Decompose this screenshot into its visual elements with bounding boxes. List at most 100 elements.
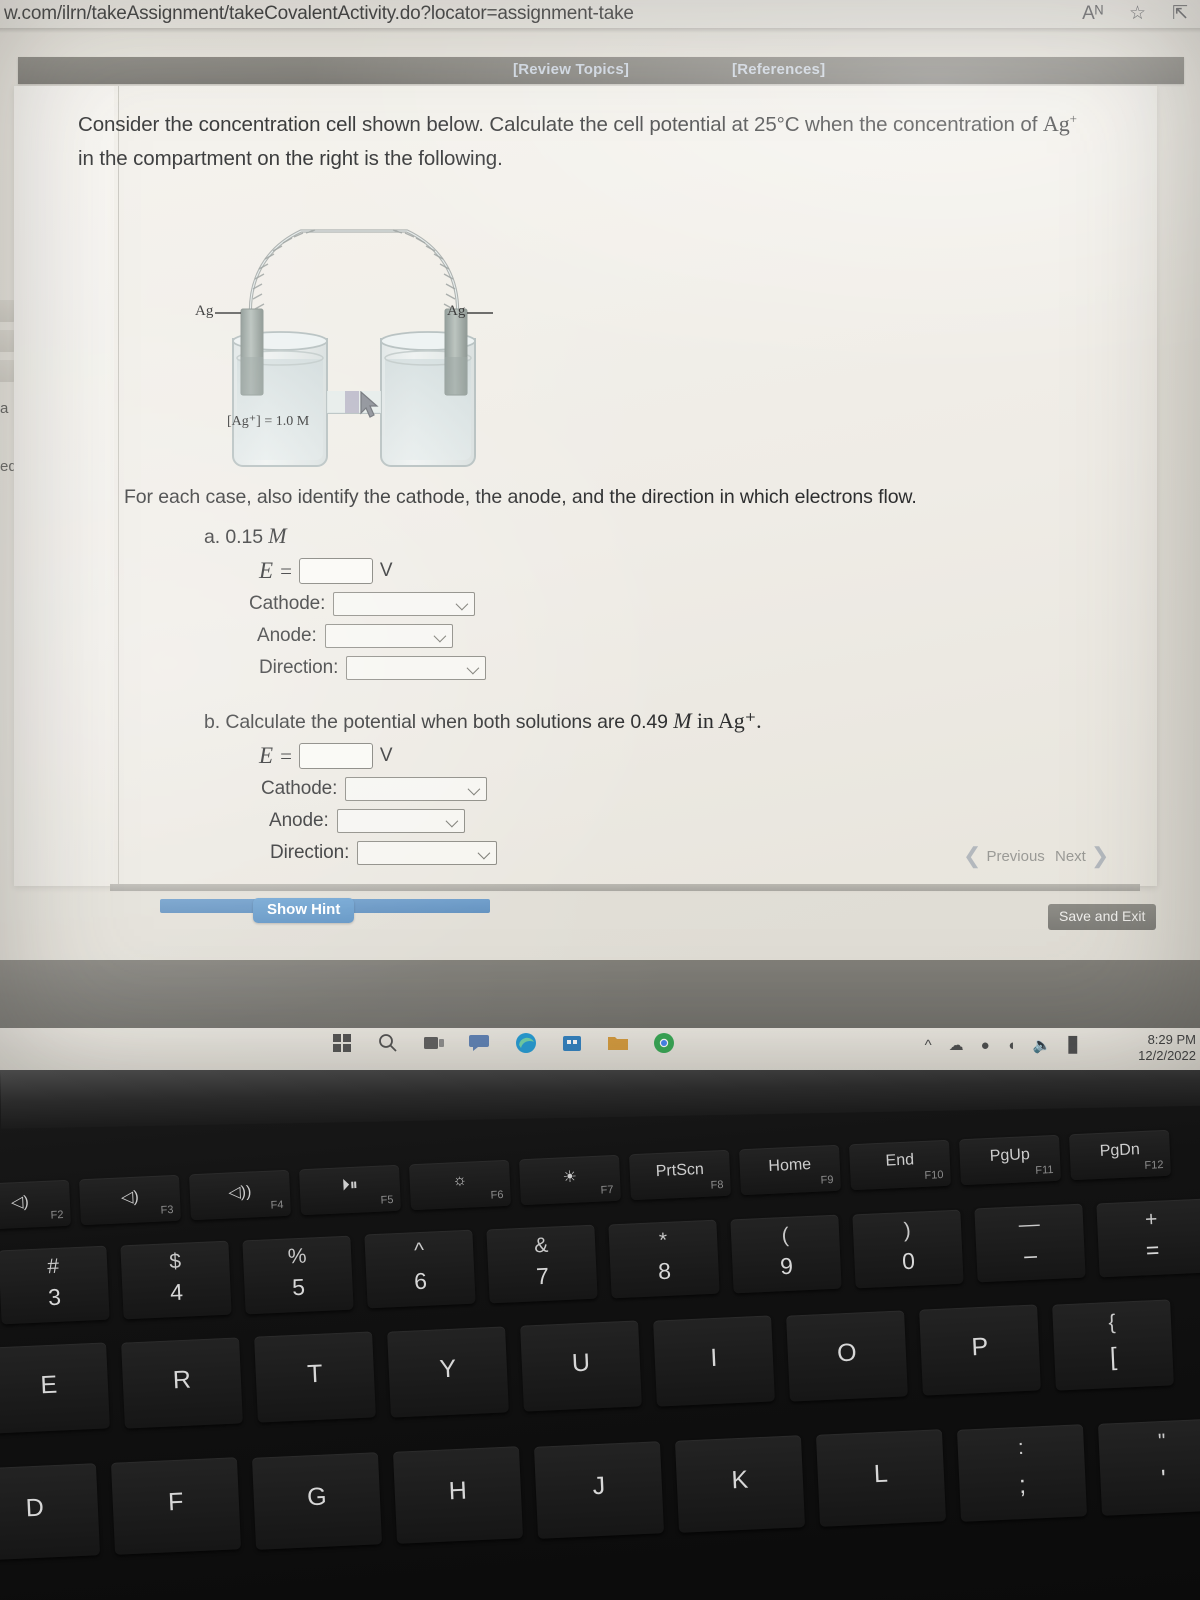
- keyboard-hinge-lip: [0, 1070, 1200, 1129]
- next-button[interactable]: Next ❯: [1055, 845, 1109, 867]
- fn-F11-key[interactable]: PgUp F11: [959, 1134, 1061, 1186]
- show-hint-button[interactable]: Show Hint: [253, 898, 355, 923]
- reading-mode-icon[interactable]: Aᴺ: [1082, 3, 1103, 25]
- review-topics-link[interactable]: [Review Topics]: [513, 61, 629, 78]
- taskbar-clock[interactable]: 8:29 PM 12/2/2022: [1138, 1032, 1196, 1064]
- key-fn-label: F9: [820, 1174, 834, 1187]
- fn-F6-key[interactable]: ☼ F6: [409, 1159, 511, 1211]
- concentration-cell-diagram: Ag Ag [Ag⁺] = 1.0 M: [189, 191, 519, 476]
- chrome-icon[interactable]: [652, 1031, 676, 1055]
- battery-icon[interactable]: ▊: [1068, 1036, 1080, 1054]
- onedrive-cloud-icon[interactable]: ☁: [949, 1036, 964, 1054]
- part-a-anode-row: Anode:: [257, 624, 486, 648]
- num--key[interactable]: — –: [974, 1203, 1086, 1283]
- laptop-screen: w.com/ilrn/takeAssignment/takeCovalentAc…: [0, 0, 1200, 1070]
- part-a-cathode-select[interactable]: [333, 592, 476, 616]
- wifi-icon[interactable]: ◖: [1007, 1037, 1016, 1054]
- fn-F3-key[interactable]: ◁) F3: [79, 1174, 181, 1226]
- letter-G-key[interactable]: G: [251, 1451, 383, 1550]
- fn-F7-key[interactable]: ☀ F7: [519, 1154, 621, 1206]
- key-main-label: 3: [47, 1283, 62, 1310]
- letter-I-key[interactable]: I: [653, 1315, 775, 1407]
- part-b-cathode-row: Cathode:: [261, 777, 762, 801]
- num-0-key[interactable]: ) 0: [852, 1209, 964, 1289]
- key-main-label: Y: [438, 1354, 457, 1383]
- next-label: Next: [1055, 847, 1086, 865]
- part-a-e-symbol: E: [259, 558, 274, 583]
- num-3-key[interactable]: #3: [0, 1245, 110, 1325]
- letter-R-key[interactable]: R: [121, 1336, 243, 1429]
- fn-F12-key[interactable]: PgDn F12: [1069, 1129, 1171, 1181]
- letter-L-key[interactable]: L: [815, 1429, 947, 1528]
- num-6-key[interactable]: ^ 6: [364, 1229, 476, 1309]
- part-b-cathode-select[interactable]: [345, 777, 488, 801]
- key-main-label: [: [1109, 1342, 1118, 1372]
- task-view-icon[interactable]: [422, 1031, 446, 1055]
- num-5-key[interactable]: % 5: [242, 1235, 354, 1315]
- letter-H-key[interactable]: H: [392, 1446, 524, 1544]
- key-alt-label: {: [1107, 1310, 1116, 1334]
- concentration-label: [Ag⁺] = 1.0 M: [227, 414, 310, 429]
- key-main-label: P: [970, 1332, 989, 1362]
- num-4-key[interactable]: $4: [120, 1240, 232, 1320]
- edge-tab-label-a[interactable]: a: [0, 400, 8, 417]
- chat-icon[interactable]: [468, 1031, 492, 1055]
- num-8-key[interactable]: * 8: [608, 1219, 720, 1299]
- edge-icon[interactable]: [514, 1031, 538, 1055]
- key-alt-label: ): [903, 1218, 912, 1243]
- part-a-anode-select[interactable]: [324, 624, 453, 648]
- part-b-e-symbol: E: [259, 743, 274, 768]
- fn-F8-key[interactable]: PrtScn F8: [629, 1149, 731, 1201]
- letter-O-key[interactable]: O: [786, 1309, 908, 1402]
- letter-F-key[interactable]: F: [110, 1457, 242, 1556]
- fn-F10-key[interactable]: End F10: [849, 1139, 951, 1191]
- part-a-title-prefix: a. 0.15: [204, 526, 269, 548]
- letter-E-key[interactable]: E: [0, 1342, 110, 1434]
- search-icon[interactable]: [376, 1031, 400, 1055]
- key-alt-label: *: [658, 1229, 668, 1253]
- letter--key[interactable]: {[: [1052, 1299, 1174, 1391]
- key-main-label: PgDn: [1099, 1141, 1141, 1161]
- store-icon[interactable]: [560, 1031, 584, 1055]
- num-9-key[interactable]: (9: [730, 1214, 842, 1294]
- browser-url-bar[interactable]: w.com/ilrn/takeAssignment/takeCovalentAc…: [0, 0, 1200, 28]
- letter--key[interactable]: " ': [1097, 1418, 1200, 1516]
- key-fn-label: F11: [1035, 1164, 1054, 1177]
- part-b-direction-select[interactable]: [357, 841, 498, 865]
- letter--key[interactable]: :;: [956, 1423, 1088, 1522]
- url-text[interactable]: w.com/ilrn/takeAssignment/takeCovalentAc…: [4, 3, 634, 25]
- part-b-potential-row: E = V: [259, 743, 762, 769]
- save-and-exit-button[interactable]: Save and Exit: [1048, 904, 1157, 930]
- letter-T-key[interactable]: T: [254, 1331, 376, 1423]
- fn-F4-key[interactable]: ◁)) F4: [189, 1169, 291, 1221]
- collections-icon[interactable]: ⇱: [1172, 2, 1188, 25]
- show-hidden-icons-chevron-icon[interactable]: ^: [925, 1037, 932, 1054]
- letter-D-key[interactable]: D: [0, 1463, 101, 1561]
- favorites-star-icon[interactable]: ☆: [1129, 2, 1146, 25]
- num--key[interactable]: + =: [1096, 1198, 1200, 1278]
- letter-K-key[interactable]: K: [674, 1435, 806, 1533]
- part-b-anode-select[interactable]: [336, 809, 465, 833]
- part-b-potential-input[interactable]: [298, 743, 373, 769]
- volume-muted-icon[interactable]: 🔈: [1033, 1036, 1052, 1054]
- letter-J-key[interactable]: J: [533, 1440, 665, 1539]
- start-windows-icon[interactable]: [330, 1031, 354, 1055]
- assignment-card: Consider the concentration cell shown be…: [14, 86, 1157, 886]
- antivirus-icon[interactable]: ●: [981, 1037, 990, 1054]
- browser-toolbar-icons: Aᴺ ☆ ⇱: [1082, 2, 1188, 25]
- letter-P-key[interactable]: P: [919, 1304, 1041, 1396]
- part-b-title-prefix: b. Calculate the potential when both sol…: [204, 711, 674, 733]
- key-main-label: H: [448, 1476, 468, 1506]
- key-main-label: G: [306, 1481, 328, 1511]
- part-a-potential-input[interactable]: [298, 558, 373, 584]
- part-a-direction-select[interactable]: [346, 656, 487, 680]
- fn-F2-key[interactable]: ◁) F2: [0, 1179, 71, 1231]
- fn-F9-key[interactable]: Home F9: [739, 1144, 841, 1196]
- folder-icon[interactable]: [606, 1031, 630, 1055]
- num-7-key[interactable]: & 7: [486, 1224, 598, 1304]
- references-link[interactable]: [References]: [732, 61, 825, 78]
- previous-button[interactable]: ❮ Previous: [963, 845, 1045, 867]
- letter-U-key[interactable]: U: [520, 1320, 642, 1413]
- fn-F5-key[interactable]: ⏵⏸ F5: [299, 1164, 401, 1216]
- letter-Y-key[interactable]: Y: [387, 1326, 509, 1418]
